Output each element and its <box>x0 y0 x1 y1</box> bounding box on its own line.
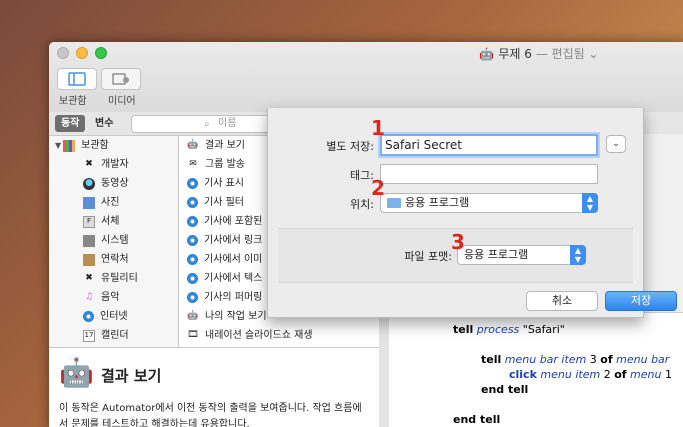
library-header[interactable]: ▼ 보관함 <box>49 136 178 155</box>
step-badge-1: 1 <box>371 116 385 140</box>
library-toolbar-label: 보관함 <box>59 96 87 107</box>
automator-icon: 🤖 <box>187 140 199 150</box>
file-format-label: 파일 포맷: <box>404 250 452 263</box>
automator-robot-icon: 🤖 <box>479 47 495 61</box>
popup-arrows-icon: ▲ ▼ <box>582 193 598 213</box>
where-label: 위치: <box>350 198 374 211</box>
title-chevron-icon[interactable]: ⌄ <box>589 47 599 61</box>
sidebar-icon <box>68 72 86 86</box>
window-title: 🤖 무제 6 — 편집됨 ⌄ <box>479 47 599 61</box>
developer-tools-icon: ✖ <box>85 159 93 169</box>
cancel-button[interactable]: 취소 <box>526 291 598 311</box>
actions-tab[interactable]: 동작 <box>55 115 86 132</box>
library-item[interactable]: ♫ 음악 <box>49 288 178 307</box>
system-icon <box>83 234 95 247</box>
save-button[interactable]: 저장 <box>605 291 677 311</box>
utilities-icon: ✖ <box>85 273 93 283</box>
tags-input[interactable] <box>380 164 598 184</box>
library-item[interactable]: F 서체 <box>49 212 178 231</box>
tags-label: 태그: <box>350 169 374 182</box>
script-line: end tell <box>453 413 501 426</box>
safari-icon <box>187 273 198 284</box>
automator-icon: 🤖 <box>187 311 199 321</box>
library-toggle-button[interactable] <box>57 68 97 90</box>
description-title: 결과 보기 <box>101 367 162 385</box>
library-item[interactable]: ✖ 유틸리티 <box>49 269 178 288</box>
safari-icon <box>187 254 198 265</box>
save-as-input[interactable]: Safari Secret <box>380 134 598 156</box>
slideshow-icon: 🎞 <box>187 330 199 340</box>
library-list: ▼ 보관함 ✖ 개발자 ● 동영상 사진 F 서체 시스템 연락처 ✖ 유틸리티 ♫ 음악… <box>49 136 179 348</box>
popup-arrows-icon: ▲ ▼ <box>570 245 586 265</box>
variables-tab[interactable]: 변수 <box>89 115 119 132</box>
file-format-popup[interactable]: 응용 프로그램 ▲ ▼ <box>457 245 586 265</box>
applescript-editor[interactable]: tell process "Safari" tell menu bar item… <box>379 312 683 427</box>
fonts-icon: F <box>83 215 95 228</box>
expand-sheet-button[interactable]: ⌄ <box>606 135 626 153</box>
music-icon: ♫ <box>84 292 94 302</box>
where-popup[interactable]: 응용 프로그램 ▲ ▼ <box>380 193 598 213</box>
media-toolbar-label: 미디어 <box>108 96 136 107</box>
search-icon: ⌕ <box>204 119 210 130</box>
script-line: tell process "Safari" <box>453 323 565 336</box>
media-button[interactable] <box>101 68 141 90</box>
safari-icon <box>187 216 198 227</box>
safari-icon <box>187 197 198 208</box>
safari-icon <box>187 178 198 189</box>
script-line: tell menu bar item 3 of menu bar <box>481 353 670 366</box>
chevron-down-icon: ⌄ <box>612 139 620 149</box>
movies-icon: ● <box>83 177 95 190</box>
library-item[interactable]: 시스템 <box>49 231 178 250</box>
applications-folder-icon <box>387 198 401 208</box>
disclosure-triangle-icon[interactable]: ▼ <box>55 136 61 155</box>
library-item[interactable]: 인터넷 <box>49 307 178 326</box>
contacts-icon <box>83 253 95 266</box>
library-item[interactable]: 연락처 <box>49 250 178 269</box>
safari-icon <box>187 292 198 303</box>
step-badge-3: 3 <box>451 230 465 254</box>
automator-robot-icon: 🤖 <box>59 356 94 389</box>
calendar-icon: 17 <box>83 329 95 342</box>
action-item[interactable]: 🎞 내레이션 슬라이드쇼 재생 <box>179 326 379 345</box>
media-icon <box>112 73 129 85</box>
library-item[interactable]: ● 동영상 <box>49 174 178 193</box>
script-line: click menu item 2 of menu 1 <box>509 368 672 381</box>
photos-icon <box>83 196 95 209</box>
script-line: end tell <box>481 383 529 396</box>
description-pane: 🤖 결과 보기 이 동작은 Automator에서 이전 동작의 출력을 보여줍… <box>49 347 379 427</box>
library-item[interactable]: 17 캘린더 <box>49 326 178 345</box>
save-as-label: 별도 저장: <box>326 140 374 153</box>
internet-icon <box>83 311 94 322</box>
library-item[interactable]: 사진 <box>49 193 178 212</box>
library-item[interactable]: ✖ 개발자 <box>49 155 178 174</box>
safari-icon <box>187 235 198 246</box>
library-books-icon <box>63 139 76 152</box>
edited-label: — 편집됨 <box>535 47 585 61</box>
save-sheet: 별도 저장: Safari Secret ⌄ 태그: 위치: 응용 프로그램 ▲… <box>267 108 677 318</box>
description-body: 이 동작은 Automator에서 이전 동작의 출력을 보여줍니다. 작업 흐… <box>59 403 362 427</box>
step-badge-2: 2 <box>371 176 385 200</box>
mail-icon: ✉ <box>189 159 197 169</box>
